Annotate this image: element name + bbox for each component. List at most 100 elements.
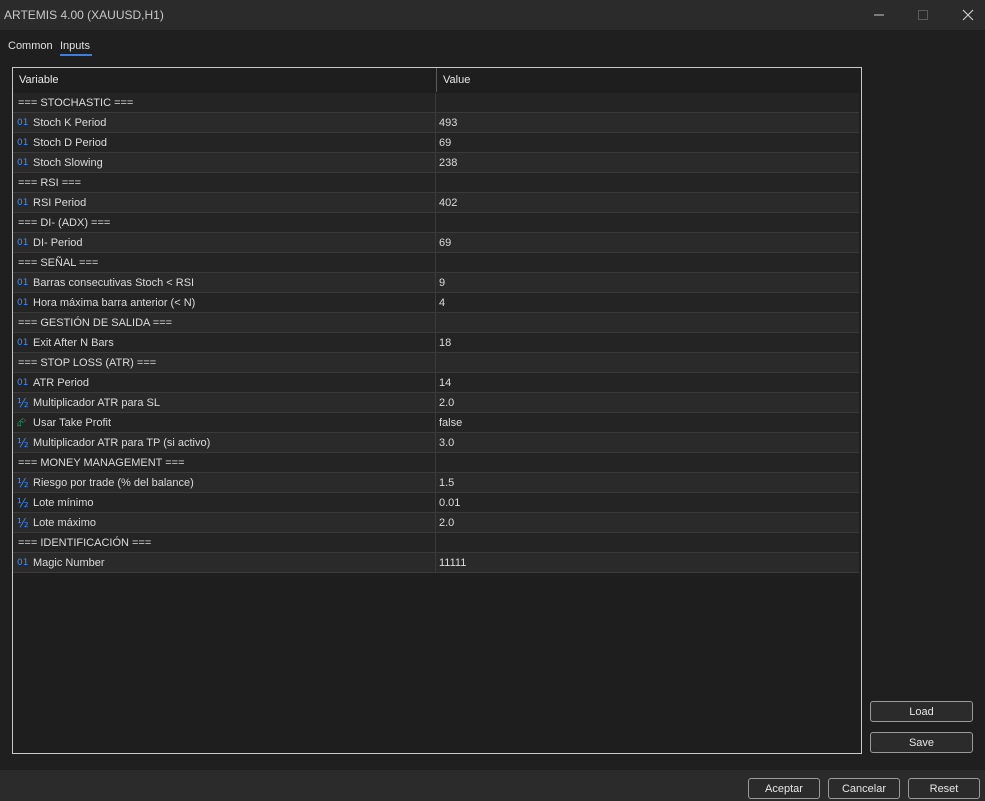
variable-cell: === RSI === <box>13 173 436 192</box>
variable-name: Stoch Slowing <box>33 156 103 169</box>
section-row[interactable]: === STOP LOSS (ATR) === <box>13 353 859 373</box>
table-row[interactable]: 01 Magic Number 11111 <box>13 553 859 573</box>
variable-name: Riesgo por trade (% del balance) <box>33 476 194 489</box>
variable-cell: === IDENTIFICACIÓN === <box>13 533 436 552</box>
value-cell[interactable]: 4 <box>436 293 859 312</box>
table-row[interactable]: ⮳ Usar Take Profit false <box>13 413 859 433</box>
value-cell[interactable]: false <box>436 413 859 432</box>
table-row[interactable]: 01 Exit After N Bars 18 <box>13 333 859 353</box>
variable-name: Exit After N Bars <box>33 336 114 349</box>
variable-cell: 01 Stoch Slowing <box>13 153 436 172</box>
save-button[interactable]: Save <box>870 732 973 753</box>
load-button[interactable]: Load <box>870 701 973 722</box>
variable-cell: ½ Riesgo por trade (% del balance) <box>13 473 436 492</box>
section-row[interactable]: === GESTIÓN DE SALIDA === <box>13 313 859 333</box>
section-row[interactable]: === SEÑAL === <box>13 253 859 273</box>
value-cell[interactable]: 1.5 <box>436 473 859 492</box>
variable-name: Lote mínimo <box>33 496 94 509</box>
value-cell[interactable]: 69 <box>436 233 859 252</box>
variable-cell: 01 Exit After N Bars <box>13 333 436 352</box>
section-row[interactable]: === MONEY MANAGEMENT === <box>13 453 859 473</box>
value-cell[interactable]: 0.01 <box>436 493 859 512</box>
double-type-icon: ½ <box>17 475 29 490</box>
variable-cell: ½ Lote mínimo <box>13 493 436 512</box>
close-button[interactable] <box>945 0 985 30</box>
value-cell[interactable]: 69 <box>436 133 859 152</box>
table-row[interactable]: 01 ATR Period 14 <box>13 373 859 393</box>
value-cell <box>436 213 859 232</box>
variable-name: Multiplicador ATR para SL <box>33 396 160 409</box>
variable-name: Stoch K Period <box>33 116 107 129</box>
integer-type-icon: 01 <box>17 117 29 128</box>
table-row[interactable]: ½ Multiplicador ATR para TP (si activo) 3.… <box>13 433 859 453</box>
value-cell <box>436 173 859 192</box>
table-row[interactable]: 01 RSI Period 402 <box>13 193 859 213</box>
table-row[interactable]: 01 Stoch D Period 69 <box>13 133 859 153</box>
variable-cell: 01 DI- Period <box>13 233 436 252</box>
table-row[interactable]: ½ Riesgo por trade (% del balance) 1.5 <box>13 473 859 493</box>
variable-cell: === DI- (ADX) === <box>13 213 436 232</box>
value-cell[interactable]: 2.0 <box>436 393 859 412</box>
value-cell <box>436 93 859 112</box>
tab-common[interactable]: Common <box>8 40 53 52</box>
table-header: Variable Value <box>13 68 861 92</box>
section-row[interactable]: === DI- (ADX) === <box>13 213 859 233</box>
integer-type-icon: 01 <box>17 157 29 168</box>
column-separator[interactable] <box>436 68 437 92</box>
variable-cell: 01 Stoch K Period <box>13 113 436 132</box>
boolean-type-icon: ⮳ <box>17 415 27 429</box>
tab-inputs[interactable]: Inputs <box>60 40 90 52</box>
value-cell <box>436 353 859 372</box>
column-header-variable[interactable]: Variable <box>13 68 437 92</box>
column-header-value[interactable]: Value <box>437 68 861 92</box>
table-row[interactable]: 01 Stoch Slowing 238 <box>13 153 859 173</box>
integer-type-icon: 01 <box>17 197 29 208</box>
value-cell[interactable]: 14 <box>436 373 859 392</box>
table-row[interactable]: 01 Hora máxima barra anterior (< N) 4 <box>13 293 859 313</box>
table-row[interactable]: 01 DI- Period 69 <box>13 233 859 253</box>
value-cell[interactable]: 3.0 <box>436 433 859 452</box>
value-cell[interactable]: 9 <box>436 273 859 292</box>
variable-name: === IDENTIFICACIÓN === <box>18 536 152 549</box>
table-row[interactable]: ½ Multiplicador ATR para SL 2.0 <box>13 393 859 413</box>
variable-cell: ½ Multiplicador ATR para TP (si activo) <box>13 433 436 452</box>
tab-strip: Common Inputs <box>0 35 985 57</box>
maximize-icon <box>918 10 928 20</box>
minimize-button[interactable] <box>856 0 902 30</box>
maximize-button[interactable] <box>900 0 946 30</box>
value-cell[interactable]: 493 <box>436 113 859 132</box>
value-cell[interactable]: 238 <box>436 153 859 172</box>
window-title: ARTEMIS 4.00 (XAUUSD,H1) <box>4 8 164 22</box>
reset-button[interactable]: Reset <box>908 778 980 799</box>
variable-name: === DI- (ADX) === <box>18 216 111 229</box>
cancel-button[interactable]: Cancelar <box>828 778 900 799</box>
table-row[interactable]: 01 Barras consecutivas Stoch < RSI 9 <box>13 273 859 293</box>
variable-name: ATR Period <box>33 376 90 389</box>
value-cell <box>436 533 859 552</box>
variable-cell: 01 Magic Number <box>13 553 436 572</box>
accept-button[interactable]: Aceptar <box>748 778 820 799</box>
integer-type-icon: 01 <box>17 137 29 148</box>
value-cell <box>436 453 859 472</box>
value-cell[interactable]: 11111 <box>436 553 859 572</box>
variable-name: === GESTIÓN DE SALIDA === <box>18 316 173 329</box>
close-icon <box>962 9 974 21</box>
table-row[interactable]: 01 Stoch K Period 493 <box>13 113 859 133</box>
double-type-icon: ½ <box>17 495 29 510</box>
table-row[interactable]: ½ Lote mínimo 0.01 <box>13 493 859 513</box>
value-cell[interactable]: 18 <box>436 333 859 352</box>
table-row[interactable]: ½ Lote máximo 2.0 <box>13 513 859 533</box>
variable-cell: 01 Barras consecutivas Stoch < RSI <box>13 273 436 292</box>
minimize-icon <box>874 14 884 16</box>
variable-cell: 01 RSI Period <box>13 193 436 212</box>
value-cell[interactable]: 2.0 <box>436 513 859 532</box>
variable-name: Stoch D Period <box>33 136 107 149</box>
value-cell[interactable]: 402 <box>436 193 859 212</box>
variable-cell: 01 Stoch D Period <box>13 133 436 152</box>
section-row[interactable]: === STOCHASTIC === <box>13 93 859 113</box>
variable-name: Lote máximo <box>33 516 96 529</box>
section-row[interactable]: === RSI === <box>13 173 859 193</box>
variable-cell: === SEÑAL === <box>13 253 436 272</box>
variable-cell: 01 Hora máxima barra anterior (< N) <box>13 293 436 312</box>
section-row[interactable]: === IDENTIFICACIÓN === <box>13 533 859 553</box>
